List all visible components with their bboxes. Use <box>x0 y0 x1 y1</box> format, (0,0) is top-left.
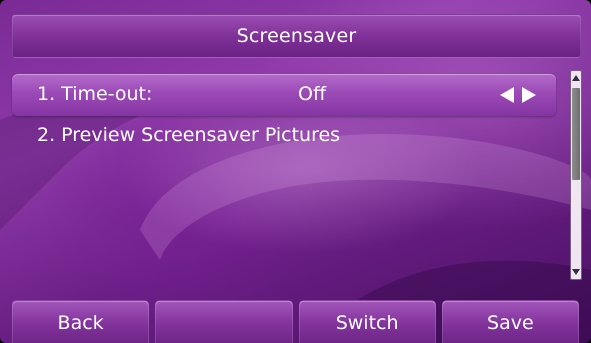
page-title: Screensaver <box>236 25 357 47</box>
scrollbar[interactable] <box>570 70 582 280</box>
scroll-down-icon[interactable] <box>572 266 580 278</box>
timeout-value: Off <box>298 83 327 105</box>
menu-item-label: 2. Preview Screensaver Pictures <box>37 124 341 146</box>
value-arrows <box>500 87 536 103</box>
switch-button[interactable]: Switch <box>298 300 436 343</box>
screen-header: Screensaver <box>12 14 581 58</box>
menu-item-preview-screensaver[interactable]: 2. Preview Screensaver Pictures <box>12 115 556 157</box>
save-button[interactable]: Save <box>441 300 579 343</box>
scroll-up-icon[interactable] <box>572 72 580 84</box>
right-arrow-icon[interactable] <box>522 87 536 103</box>
menu-item-timeout[interactable]: 1. Time-out: Off <box>12 74 556 116</box>
back-button[interactable]: Back <box>12 300 150 343</box>
empty-softkey[interactable] <box>155 300 293 343</box>
softkey-bar: Back Switch Save <box>12 300 579 343</box>
phone-screen: Screensaver 1. Time-out: Off 2. Preview … <box>0 0 591 343</box>
left-arrow-icon[interactable] <box>500 87 514 103</box>
menu-item-label: 1. Time-out: <box>37 83 153 105</box>
scroll-thumb[interactable] <box>572 88 580 180</box>
